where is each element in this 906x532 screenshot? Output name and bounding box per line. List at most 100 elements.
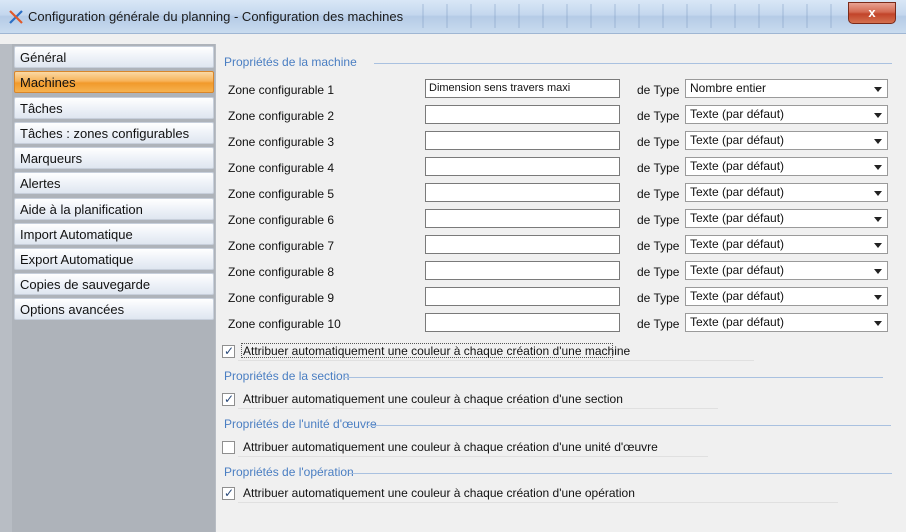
sidebar-item-export-automatique[interactable]: Export Automatique — [14, 248, 214, 270]
zone-label-9: Zone configurable 9 — [228, 291, 335, 305]
type-select-value: Texte (par défaut) — [690, 289, 785, 303]
section-auto-color-underline — [238, 408, 718, 409]
close-icon: x — [868, 5, 876, 20]
type-label-4: de Type — [637, 161, 680, 175]
type-label-8: de Type — [637, 265, 680, 279]
work-unit-auto-color-checkbox[interactable] — [222, 441, 235, 454]
sidebar-item-machines[interactable]: Machines — [14, 71, 214, 93]
type-select-10[interactable]: Texte (par défaut) — [685, 313, 888, 332]
type-select-value: Nombre entier — [690, 81, 767, 95]
type-select-6[interactable]: Texte (par défaut) — [685, 209, 888, 228]
checkmark-icon: ✓ — [224, 392, 235, 406]
operation-section-title: Propriétés de l'opération — [224, 465, 354, 479]
app-icon — [9, 10, 23, 24]
zone-input-2[interactable] — [425, 105, 620, 124]
chevron-down-icon — [874, 87, 882, 92]
sidebar-item-options-avancees[interactable]: Options avancées — [14, 298, 214, 320]
type-select-1[interactable]: Nombre entier — [685, 79, 888, 98]
operation-auto-color-checkbox[interactable]: ✓ — [222, 486, 235, 500]
type-label-5: de Type — [637, 187, 680, 201]
type-select-4[interactable]: Texte (par défaut) — [685, 157, 888, 176]
chevron-down-icon — [874, 269, 882, 274]
checkmark-icon: ✓ — [224, 344, 235, 358]
work-unit-section-title: Propriétés de l'unité d'œuvre — [224, 417, 377, 431]
type-select-3[interactable]: Texte (par défaut) — [685, 131, 888, 150]
zone-label-8: Zone configurable 8 — [228, 265, 335, 279]
type-label-7: de Type — [637, 239, 680, 253]
machine-auto-color-label[interactable]: Attribuer automatiquement une couleur à … — [243, 344, 630, 358]
zone-input-9[interactable] — [425, 287, 620, 306]
type-select-value: Texte (par défaut) — [690, 133, 785, 147]
chevron-down-icon — [874, 165, 882, 170]
zone-input-4[interactable] — [425, 157, 620, 176]
section-auto-color-checkbox[interactable]: ✓ — [222, 392, 235, 406]
type-label-6: de Type — [637, 213, 680, 227]
type-select-5[interactable]: Texte (par défaut) — [685, 183, 888, 202]
sidebar-item-taches-zones[interactable]: Tâches : zones configurables — [14, 122, 214, 144]
zone-label-10: Zone configurable 10 — [228, 317, 341, 331]
machine-section-divider — [374, 63, 892, 64]
type-select-9[interactable]: Texte (par défaut) — [685, 287, 888, 306]
type-select-value: Texte (par défaut) — [690, 263, 785, 277]
type-select-8[interactable]: Texte (par défaut) — [685, 261, 888, 280]
operation-section-divider — [349, 473, 892, 474]
chevron-down-icon — [874, 321, 882, 326]
zone-input-1[interactable]: Dimension sens travers maxi — [425, 79, 620, 98]
zone-label-1: Zone configurable 1 — [228, 83, 335, 97]
type-select-value: Texte (par défaut) — [690, 211, 785, 225]
chevron-down-icon — [874, 113, 882, 118]
zone-input-3[interactable] — [425, 131, 620, 150]
sidebar-item-marqueurs[interactable]: Marqueurs — [14, 147, 214, 169]
type-select-value: Texte (par défaut) — [690, 315, 785, 329]
checkmark-icon: ✓ — [224, 486, 235, 500]
type-label-2: de Type — [637, 109, 680, 123]
chevron-down-icon — [874, 191, 882, 196]
sidebar-item-taches[interactable]: Tâches — [14, 97, 214, 119]
configuration-window: Configuration générale du planning - Con… — [0, 0, 906, 532]
chevron-down-icon — [874, 139, 882, 144]
work-unit-auto-color-label[interactable]: Attribuer automatiquement une couleur à … — [243, 440, 658, 454]
chevron-down-icon — [874, 243, 882, 248]
chevron-down-icon — [874, 217, 882, 222]
machine-auto-color-checkbox[interactable]: ✓ — [222, 344, 235, 358]
zone-label-3: Zone configurable 3 — [228, 135, 335, 149]
machine-section-title: Propriétés de la machine — [224, 55, 357, 69]
zone-label-6: Zone configurable 6 — [228, 213, 335, 227]
zone-input-8[interactable] — [425, 261, 620, 280]
work-unit-section-divider — [367, 425, 891, 426]
sidebar-item-general[interactable]: Général — [14, 46, 214, 68]
window-title: Configuration générale du planning - Con… — [28, 9, 404, 24]
zone-input-7[interactable] — [425, 235, 620, 254]
zone-input-5[interactable] — [425, 183, 620, 202]
sidebar-item-aide-planification[interactable]: Aide à la planification — [14, 198, 214, 220]
section-section-title: Propriétés de la section — [224, 369, 350, 383]
type-select-2[interactable]: Texte (par défaut) — [685, 105, 888, 124]
type-label-9: de Type — [637, 291, 680, 305]
type-label-1: de Type — [637, 83, 680, 97]
section-section-divider — [343, 377, 883, 378]
zone-label-5: Zone configurable 5 — [228, 187, 335, 201]
type-select-value: Texte (par défaut) — [690, 237, 785, 251]
type-select-value: Texte (par défaut) — [690, 185, 785, 199]
zone-input-10[interactable] — [425, 313, 620, 332]
operation-auto-color-underline — [238, 502, 838, 503]
machine-auto-color-underline — [238, 360, 754, 361]
type-select-7[interactable]: Texte (par défaut) — [685, 235, 888, 254]
title-bar-decoration — [400, 4, 846, 28]
operation-auto-color-label[interactable]: Attribuer automatiquement une couleur à … — [243, 486, 635, 500]
chevron-down-icon — [874, 295, 882, 300]
work-unit-auto-color-underline — [238, 456, 708, 457]
type-select-value: Texte (par défaut) — [690, 107, 785, 121]
close-button[interactable]: x — [848, 2, 896, 24]
sidebar-item-copies-sauvegarde[interactable]: Copies de sauvegarde — [14, 273, 214, 295]
zone-label-7: Zone configurable 7 — [228, 239, 335, 253]
zone-input-6[interactable] — [425, 209, 620, 228]
sidebar-item-import-automatique[interactable]: Import Automatique — [14, 223, 214, 245]
section-auto-color-label[interactable]: Attribuer automatiquement une couleur à … — [243, 392, 623, 406]
type-label-10: de Type — [637, 317, 680, 331]
title-bar[interactable]: Configuration générale du planning - Con… — [0, 0, 906, 34]
sidebar-item-alertes[interactable]: Alertes — [14, 172, 214, 194]
type-label-3: de Type — [637, 135, 680, 149]
zone-label-4: Zone configurable 4 — [228, 161, 335, 175]
zone-label-2: Zone configurable 2 — [228, 109, 335, 123]
